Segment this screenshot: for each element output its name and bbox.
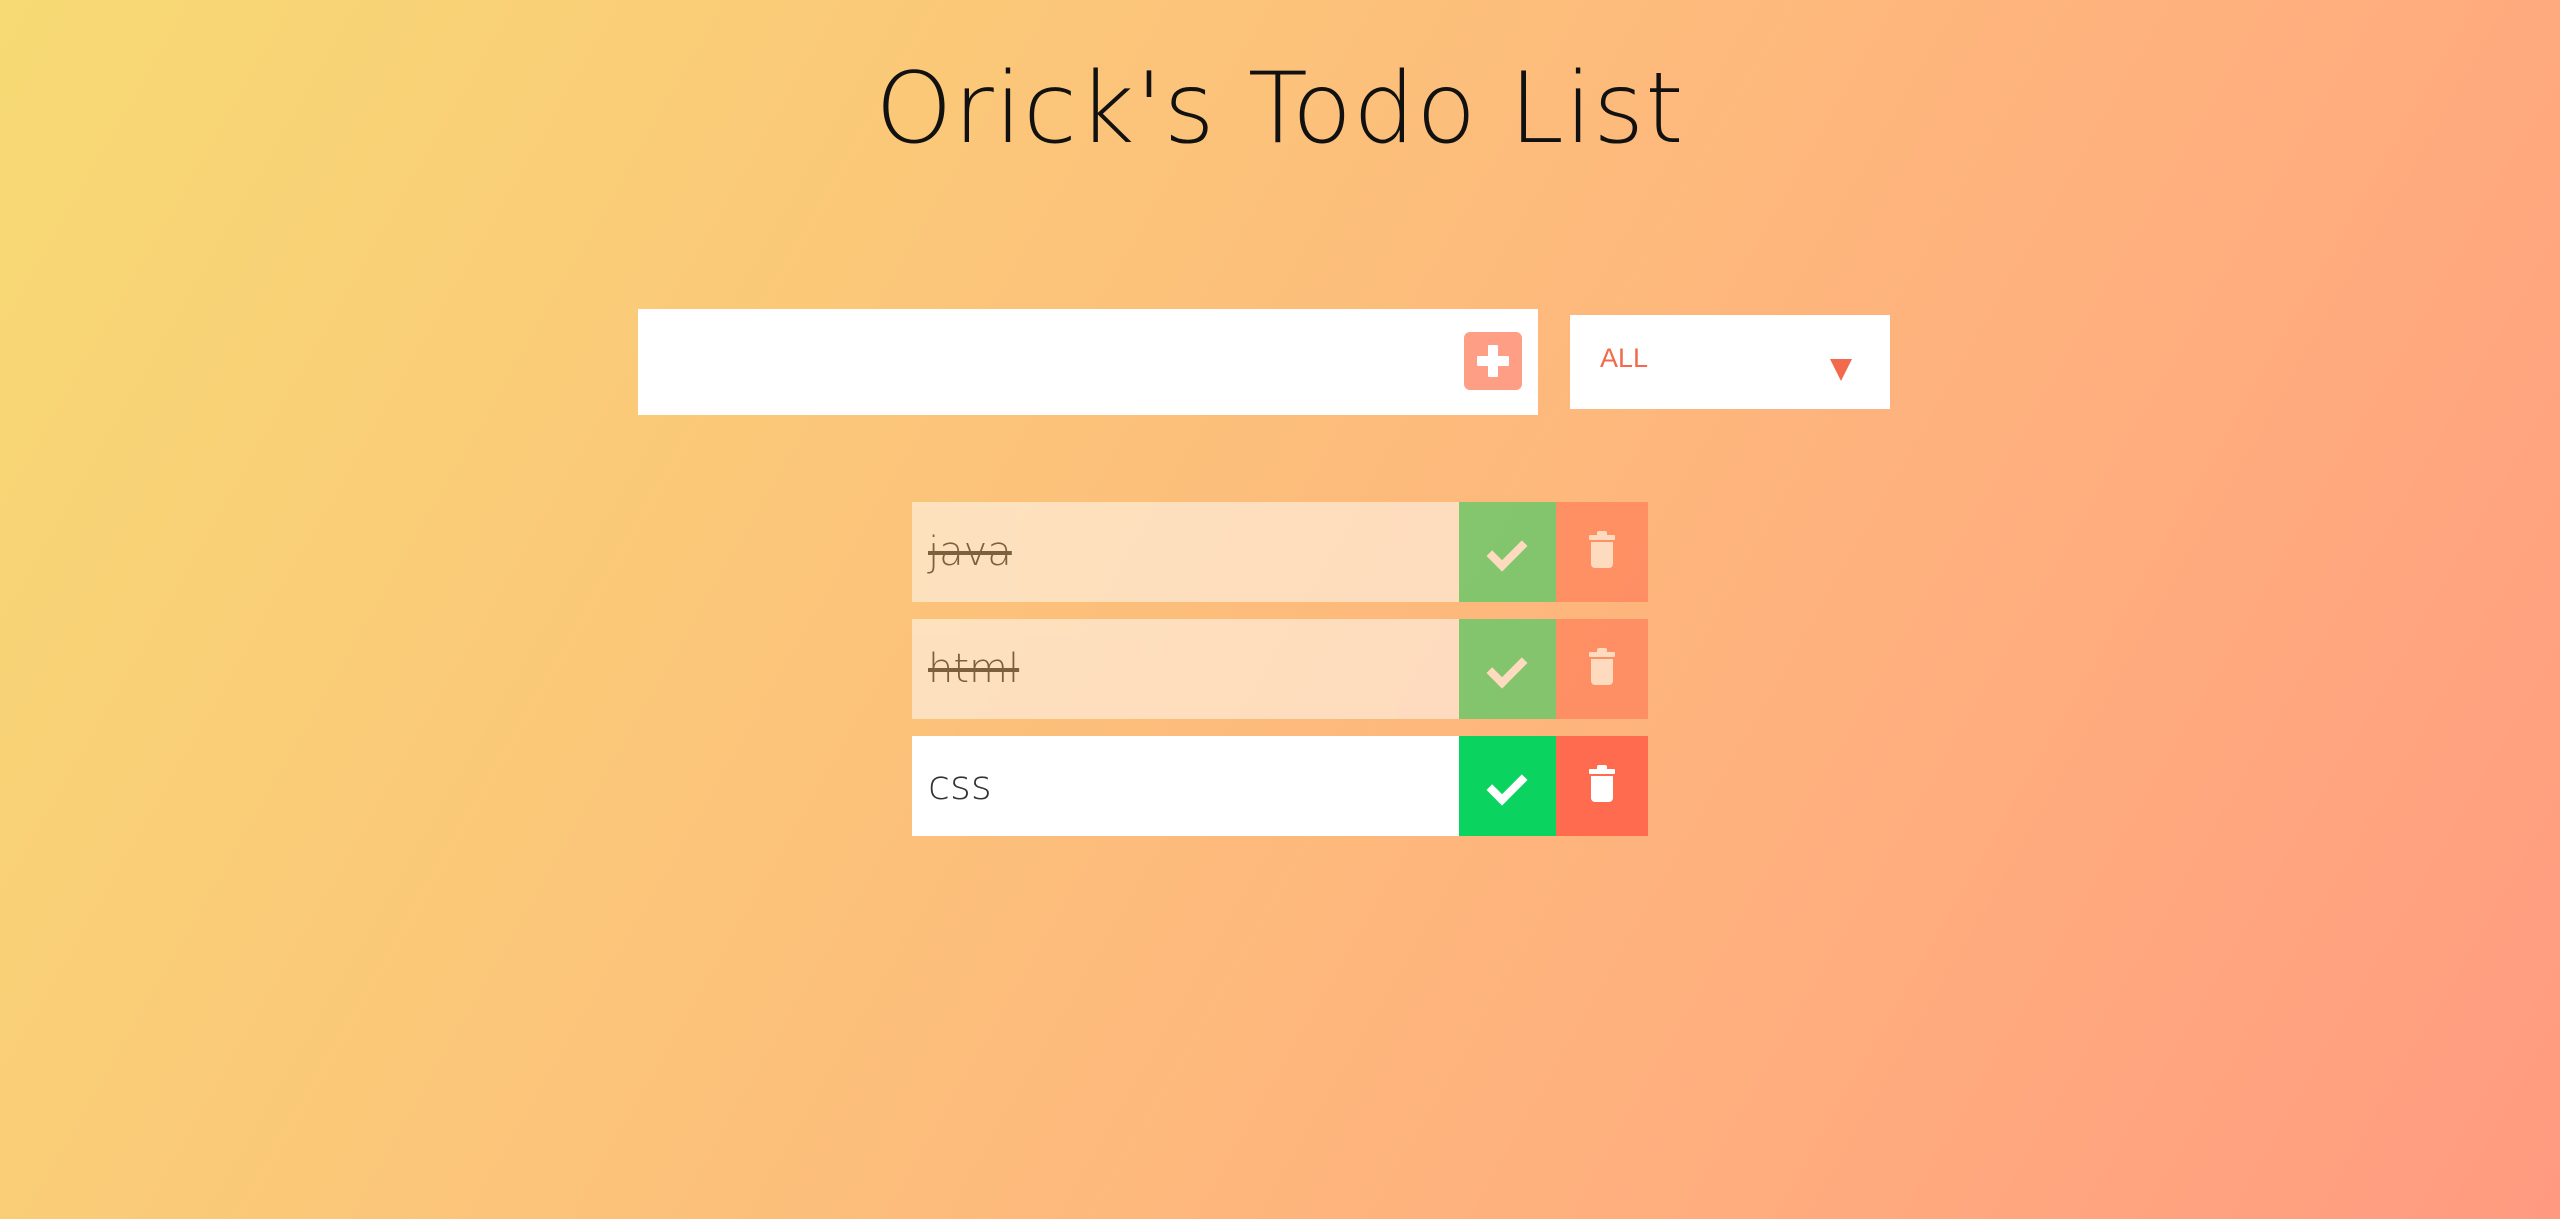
complete-button[interactable]	[1459, 619, 1556, 719]
todo-text: html	[928, 646, 1020, 692]
complete-button[interactable]	[1459, 736, 1556, 836]
check-icon	[1486, 764, 1528, 806]
filter-select[interactable]: ALL	[1570, 315, 1890, 409]
todo-input[interactable]	[638, 309, 1458, 415]
todo-text: css	[928, 763, 992, 809]
check-icon	[1486, 647, 1528, 689]
check-icon	[1486, 530, 1528, 572]
todo-item: java	[912, 502, 1648, 602]
triangle-down-icon	[1830, 359, 1852, 381]
trash-icon-body	[1591, 659, 1613, 685]
todo-item: css	[912, 736, 1648, 836]
filter-selected-value: ALL	[1600, 343, 1649, 373]
trash-button[interactable]	[1556, 619, 1648, 719]
filter-dropdown-toggle[interactable]	[1795, 315, 1890, 409]
todo-form	[638, 309, 1538, 415]
trash-button[interactable]	[1556, 736, 1648, 836]
todo-list: java html css	[912, 502, 1648, 853]
page-title: Orick's Todo List	[875, 52, 1685, 166]
todo-text: java	[928, 529, 1012, 575]
trash-icon-body	[1591, 542, 1613, 568]
trash-icon-lid	[1589, 535, 1615, 540]
complete-button[interactable]	[1459, 502, 1556, 602]
add-todo-button[interactable]	[1464, 332, 1522, 390]
todo-item: html	[912, 619, 1648, 719]
trash-icon-body	[1591, 776, 1613, 802]
trash-button[interactable]	[1556, 502, 1648, 602]
plus-icon-vertical-bar	[1488, 345, 1498, 377]
trash-icon-lid	[1589, 769, 1615, 774]
trash-icon-lid	[1589, 652, 1615, 657]
